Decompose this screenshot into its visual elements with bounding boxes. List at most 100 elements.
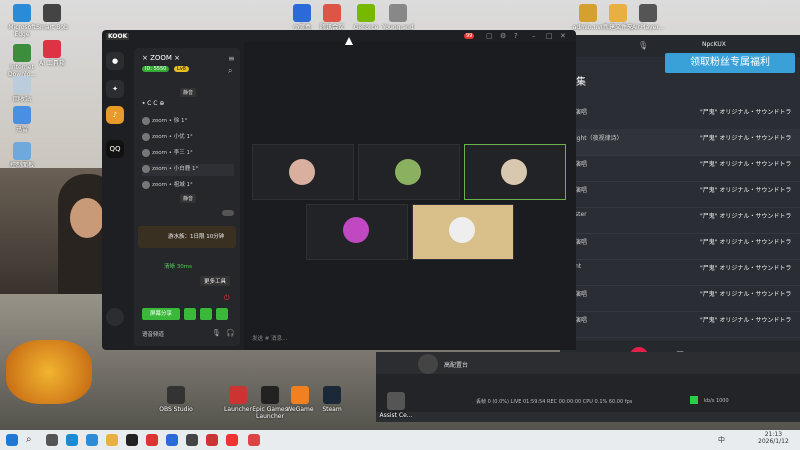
toggle-switch[interactable] [222, 210, 234, 216]
track-row[interactable]: nt "尸鬼" オリジナル・サウンドトラ [560, 259, 800, 286]
kook-window: KOOK 99 ▢ ⚙ ? – □ ✕ ● ✦ ♪ QQ × ZOOM × ≡ … [102, 30, 576, 350]
ime-indicator[interactable]: 中 [718, 435, 725, 445]
netease-music-icon[interactable] [146, 434, 158, 446]
avatar [343, 217, 369, 243]
member-row[interactable]: zoom • 徐 1° [142, 116, 234, 128]
music-player-window: 🎙 NpcKUX 领取粉丝专属福利 集 演唱 "尸鬼" オリジナル・サウンドトラ … [560, 35, 800, 375]
taskbar: ⌕ 中 21:13 2026/1/12 [0, 430, 800, 450]
desktop-icon[interactable]: Steam [312, 386, 352, 413]
menu-icon[interactable]: ≡ [228, 54, 235, 63]
app-icon[interactable] [126, 434, 138, 446]
screen-share-button[interactable]: 屏幕分享 [142, 308, 180, 320]
track-row[interactable]: ight（夜视律诗） "尸鬼" オリジナル・サウンドトラ [560, 129, 800, 156]
chat-input[interactable]: 发送 # 消息... [252, 334, 287, 342]
obs-status-light [690, 396, 698, 404]
zoom-logo [6, 340, 92, 404]
track-row[interactable]: 演唱 "尸鬼" オリジナル・サウンドトラ [560, 285, 800, 312]
app-icon [43, 4, 61, 22]
voice-channel[interactable]: ⭑ C C ⊕ [142, 100, 234, 112]
desktop-icon[interactable]: AirPlayer... [628, 4, 668, 31]
thunder-icon [13, 106, 31, 124]
app-icon[interactable] [226, 434, 238, 446]
help-icon[interactable]: ? [514, 32, 518, 40]
member-row[interactable]: zoom • 李三 1° [142, 148, 234, 160]
channel-sidebar: × ZOOM × ≡ ID: 5550 Lv8 ⌕ ⭑ C C ⊕ 静音 zoo… [134, 48, 240, 346]
desktop-icon[interactable]: OBS Studio [156, 386, 196, 413]
member-row[interactable]: zoom • 小白鹿 1° [142, 164, 234, 176]
inbox-icon[interactable]: ▢ [486, 32, 493, 40]
server-icon[interactable]: ♪ [106, 106, 124, 124]
avatar [418, 354, 438, 374]
desktop-icon[interactable]: Assist Ce... [376, 392, 416, 419]
maximize-icon[interactable]: □ [546, 32, 553, 40]
folder-icon[interactable] [106, 434, 118, 446]
search-icon[interactable]: ⌕ [26, 434, 38, 446]
desktop-icon[interactable]: 回收站 [2, 76, 42, 103]
power-icon[interactable]: ⏻ [224, 294, 230, 303]
music-username[interactable]: NpcKUX [702, 41, 726, 48]
track-row[interactable]: 演唱 "尸鬼" オリジナル・サウンドトラ [560, 311, 800, 338]
app-icon[interactable] [206, 434, 218, 446]
edge-icon[interactable] [86, 434, 98, 446]
music-button[interactable] [216, 308, 228, 320]
desktop-icon[interactable]: 迅雷 [2, 106, 42, 133]
effect-button[interactable] [200, 308, 212, 320]
avatar [142, 180, 150, 189]
track-row[interactable]: 演唱 "尸鬼" オリジナル・サウンドトラ [560, 181, 800, 208]
chat-home-icon[interactable]: ● [106, 52, 124, 70]
edge-icon [13, 4, 31, 22]
app-icon[interactable] [166, 434, 178, 446]
control-panel-icon [13, 142, 31, 160]
member-row[interactable]: zoom • 小优 1° [142, 132, 234, 144]
desktop-icon[interactable]: AI 工具箱 [32, 40, 72, 67]
more-tools-button[interactable]: 更多工具 [200, 276, 231, 286]
windows-start-icon[interactable] [6, 434, 18, 446]
video-tile[interactable] [412, 204, 514, 260]
nvidia-icon [357, 4, 375, 22]
settings-icon[interactable]: ⚙ [500, 32, 506, 40]
qq-icon[interactable] [66, 434, 78, 446]
minimize-icon[interactable]: – [532, 32, 536, 40]
notification-badge[interactable]: 99 [464, 33, 475, 39]
folder-icon [579, 4, 597, 22]
playlist-title: 集 [576, 77, 586, 88]
obs-mixer [376, 374, 800, 412]
app-icon [387, 392, 405, 410]
headset-icon[interactable]: 🎧 [226, 329, 235, 337]
desktop-icon[interactable]: 控制面板 [2, 142, 42, 169]
mic-icon[interactable]: 🎙 [638, 41, 648, 50]
close-icon[interactable]: ✕ [560, 32, 566, 40]
track-row[interactable]: 演唱 "尸鬼" オリジナル・サウンドトラ [560, 155, 800, 182]
recycle-bin-icon [13, 76, 31, 94]
epic-icon [261, 386, 279, 404]
task-view-icon[interactable] [46, 434, 58, 446]
mic-icon[interactable]: 🎙 [212, 329, 221, 337]
avatar [395, 159, 421, 185]
clock[interactable]: 21:13 2026/1/12 [758, 431, 789, 445]
track-row[interactable]: ster "尸鬼" オリジナル・サウンドトラ [560, 207, 800, 234]
search-icon[interactable]: ⌕ [228, 66, 232, 76]
track-row[interactable]: 演唱 "尸鬼" オリジナル・サウンドトラ [560, 233, 800, 260]
video-tile[interactable] [358, 144, 460, 200]
fan-welfare-banner[interactable]: 领取粉丝专属福利 [665, 53, 795, 73]
app-icon[interactable] [248, 434, 260, 446]
server-name[interactable]: × ZOOM × [142, 54, 180, 62]
desktop-icon[interactable]: Smart Bob [32, 4, 72, 31]
app-icon [293, 4, 311, 22]
discover-icon[interactable]: ✦ [106, 80, 124, 98]
tooltip: 静音 [180, 88, 197, 97]
obs-icon[interactable] [186, 434, 198, 446]
video-tile-active[interactable] [464, 144, 566, 200]
avatar[interactable] [106, 308, 124, 326]
wegame-icon [291, 386, 309, 404]
member-row[interactable]: zoom • 祖城 1° [142, 180, 234, 192]
video-tile[interactable] [306, 204, 408, 260]
tooltip: 静音 [180, 194, 197, 203]
video-tile[interactable] [252, 144, 354, 200]
latency-status: 清晰 30ms [164, 264, 192, 270]
track-row[interactable]: 演唱 "尸鬼" オリジナル・サウンドトラ [560, 103, 800, 130]
kook-logo: KOOK [106, 33, 130, 40]
video-stage: 发送 # 消息... [244, 42, 576, 350]
qq-server-icon[interactable]: QQ [106, 140, 124, 158]
camera-button[interactable] [184, 308, 196, 320]
